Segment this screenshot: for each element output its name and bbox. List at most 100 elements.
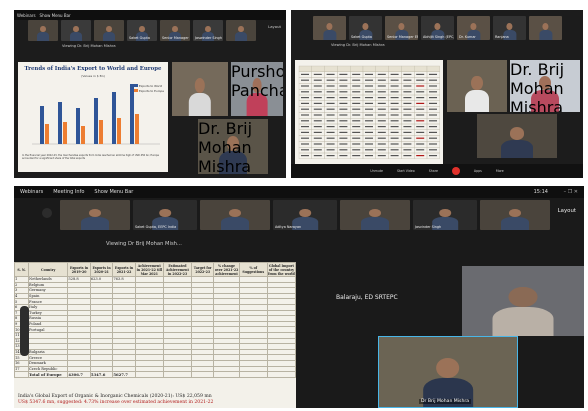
participant-tile[interactable] [313, 16, 346, 40]
cell-text [352, 73, 361, 75]
participant-tile[interactable] [226, 20, 256, 41]
table-cell [14, 371, 30, 379]
cell-text [339, 97, 348, 99]
participant-tile[interactable]: Saket Gupta [127, 20, 157, 41]
leave-button[interactable] [451, 167, 460, 175]
bar-europe [63, 122, 67, 144]
video-button[interactable]: Start Video [397, 169, 415, 173]
webinars-tab[interactable]: Webinars [17, 13, 36, 18]
annotation-toolbar[interactable] [20, 306, 29, 356]
cell-text [365, 79, 373, 81]
participant-tile[interactable]: Senior Manager EPC India [160, 20, 190, 41]
cell-text [326, 79, 335, 81]
cell-text [365, 149, 373, 151]
cell-text [326, 73, 335, 75]
cell-text [377, 126, 386, 128]
footnote-line-2: US$ 5347.6 mn, suggested: 4.73% increase… [18, 400, 214, 405]
show-menu-bar[interactable]: Show Menu Bar [94, 189, 133, 195]
cell-text [429, 102, 437, 104]
cell-text [365, 131, 373, 133]
cell-text [339, 126, 348, 128]
participant-tile[interactable]: Senior Manager EPC India [385, 16, 418, 40]
participant-tile[interactable] [28, 20, 58, 41]
cell-text [326, 91, 335, 93]
cell-text [365, 114, 373, 116]
cell-text [365, 102, 373, 104]
mute-button[interactable]: Unmute [370, 169, 383, 173]
layout-button[interactable]: Layout [558, 208, 576, 214]
export-table: S. N. Country Exports in 2019-20 Exports in… [14, 262, 296, 379]
participant-avatar [361, 209, 389, 230]
participant-tile[interactable] [529, 16, 562, 40]
cell-text [416, 155, 425, 157]
viewing-label: Viewing Dr. Brij Mohan Mishra [62, 44, 116, 48]
cell-text [390, 126, 399, 128]
bar-europe [45, 124, 49, 144]
table-cell: Total of Europe [28, 371, 69, 379]
cell-text [403, 126, 412, 128]
participant-strip: Saket Gupta Senior Manager EPC India Jaswi… [28, 20, 256, 41]
cell-text [339, 155, 348, 157]
window-controls[interactable]: – ❐ ✕ [564, 189, 578, 195]
bar-europe [81, 126, 85, 144]
bar-world [112, 92, 116, 144]
table-cell [350, 65, 364, 72]
participant-tile[interactable] [340, 200, 410, 230]
participant-name: Jaswinder Singh [195, 36, 222, 40]
cell-text [365, 108, 373, 110]
cell-text [403, 143, 412, 145]
cell-text [313, 120, 322, 122]
main-speaker-camera: Dr Brij Mohan Mishra [378, 336, 518, 408]
cell-text [352, 155, 361, 157]
layout-button[interactable]: Layout [268, 24, 281, 29]
participant-tile[interactable]: Ranjana [493, 16, 526, 40]
cell-text [339, 102, 348, 104]
participant-tile[interactable]: Jasvinder Singh [413, 200, 477, 230]
participant-tile[interactable]: Jaswinder Singh [193, 20, 223, 41]
cell-text [377, 79, 386, 81]
participant-name: Aditya Narayan [275, 225, 302, 229]
participant-tile[interactable]: Abhijit Singh (EPC, SG) [421, 16, 454, 40]
viewing-label: Viewing Dr Brij Mohan Mish... [106, 241, 182, 247]
cell-text [390, 85, 399, 87]
cell-text [390, 131, 399, 133]
more-button[interactable]: More [496, 169, 504, 173]
table-cell [134, 371, 164, 379]
cell-text [365, 155, 373, 157]
participant-tile[interactable]: Saket Gupta, EEPC India [133, 200, 197, 230]
camera-tile-3 [477, 114, 557, 158]
bar-world [94, 98, 98, 144]
cell-text [313, 79, 322, 81]
table-cell [238, 371, 268, 379]
participant-tile[interactable]: Dr. Kumar [457, 16, 490, 40]
table-cell [162, 371, 192, 379]
webinars-tab[interactable]: Webinars [20, 189, 43, 195]
cell-text [429, 143, 437, 145]
cell-text [403, 73, 412, 75]
cell-text [313, 126, 322, 128]
show-menu-bar[interactable]: Show Menu Bar [40, 13, 71, 18]
participant-tile[interactable]: Saket Gupta [349, 16, 382, 40]
apps-button[interactable]: Apps [474, 169, 482, 173]
participant-tile[interactable] [200, 200, 270, 230]
participant-tile[interactable] [94, 20, 124, 41]
cell-text [390, 91, 399, 93]
camera-tile-1 [172, 62, 228, 116]
table-cell [414, 65, 428, 72]
participant-tile[interactable] [60, 200, 130, 230]
cell-text [365, 85, 373, 87]
cell-text [352, 143, 361, 145]
participant-tile[interactable] [480, 200, 550, 230]
top-menu-bar: Webinars Show Menu Bar [14, 10, 286, 20]
participant-tile[interactable] [61, 20, 91, 41]
participant-tile[interactable]: Aditya Narayan [273, 200, 337, 230]
cell-text [416, 73, 425, 75]
cell-text [313, 149, 322, 151]
table-cell [426, 65, 440, 72]
table-cell [213, 371, 240, 379]
strip-prev-button[interactable] [42, 208, 52, 218]
column-header: Target for 2022-23 [190, 262, 215, 277]
share-button[interactable]: Share [429, 169, 438, 173]
cell-text [313, 91, 322, 93]
meeting-info-tab[interactable]: Meeting Info [53, 189, 84, 195]
